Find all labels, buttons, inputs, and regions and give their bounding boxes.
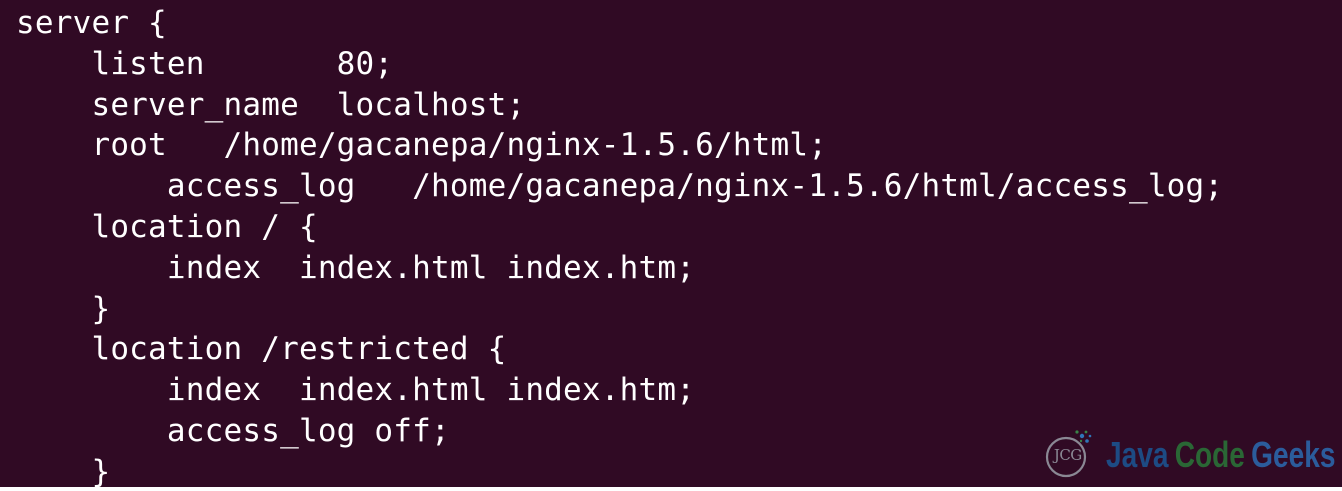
brand-word-java: Java xyxy=(1105,434,1169,475)
code-line-6: location / { xyxy=(16,208,318,245)
code-line-2: listen 80; xyxy=(16,45,394,82)
code-line-4: root /home/gacanepa/nginx-1.5.6/html; xyxy=(16,127,828,164)
brand-name: Java Code Geeks xyxy=(1106,433,1335,477)
code-line-1: server { xyxy=(16,5,167,41)
code-line-7: index index.html index.htm; xyxy=(16,249,696,286)
terminal-window[interactable]: server { listen 80; server_name localhos… xyxy=(0,0,1342,487)
code-line-8: } xyxy=(16,290,111,327)
code-line-9: location /restricted { xyxy=(16,331,507,368)
code-line-10: index index.html index.htm; xyxy=(16,372,696,409)
code-line-3: server_name localhost; xyxy=(16,86,526,123)
code-line-5: access_log /home/gacanepa/nginx-1.5.6/ht… xyxy=(16,168,1224,205)
brand-word-code: Code xyxy=(1174,434,1245,475)
brand-word-geeks: Geeks xyxy=(1250,434,1336,475)
java-code-geeks-watermark: JCG Java Code Geeks xyxy=(1040,427,1342,483)
jcg-logo-text: JCG xyxy=(1053,446,1082,464)
jcg-logo-icon: JCG xyxy=(1040,427,1096,483)
